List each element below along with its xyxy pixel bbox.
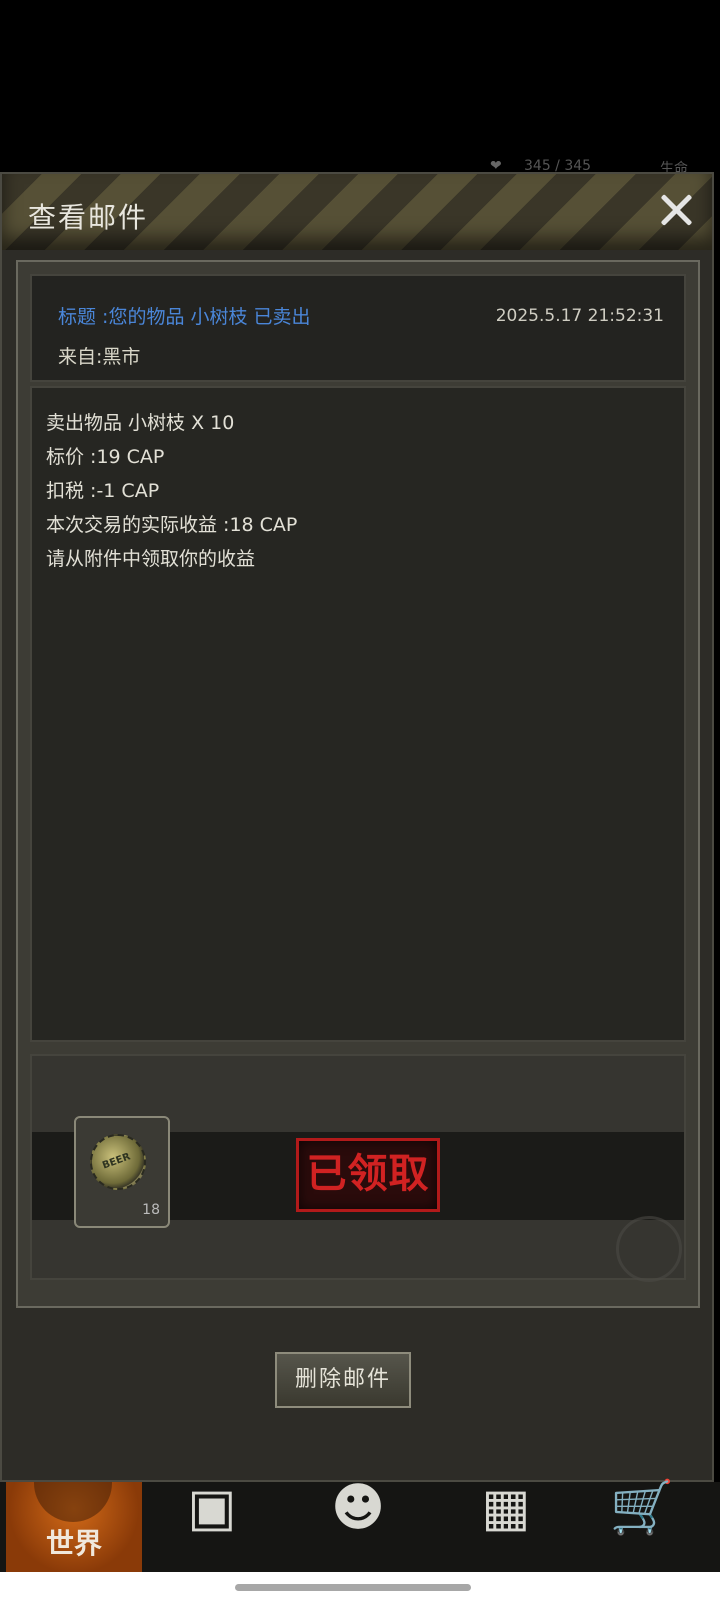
delete-mail-button[interactable]: 删除邮件 [275, 1352, 411, 1408]
mail-sender: 来自:黑市 [58, 346, 141, 368]
backpack-icon[interactable]: ▣ [176, 1482, 248, 1536]
body-line: 请从附件中领取你的收益 [46, 548, 256, 570]
body-line: 卖出物品 小树枝 X 10 [46, 412, 235, 434]
nav-world-label: 世界 [45, 1527, 102, 1560]
mail-frame: 标题 :您的物品 小树枝 已卖出 2025.5.17 21:52:31 来自:黑… [16, 260, 700, 1308]
body-line: 标价 :19 CAP [46, 446, 165, 468]
bottle-cap-icon: BEER [90, 1134, 146, 1190]
bottom-nav: 世界 ▣ ☻ ▦ 🛒 [0, 1482, 720, 1572]
mail-header: 标题 :您的物品 小树枝 已卖出 2025.5.17 21:52:31 来自:黑… [30, 274, 686, 382]
home-indicator[interactable] [235, 1584, 471, 1591]
head-icon[interactable]: ☻ [322, 1482, 394, 1536]
radiation-watermark-icon [616, 1216, 682, 1282]
nav-world[interactable]: 世界 [6, 1482, 142, 1572]
body-line: 本次交易的实际收益 :18 CAP [46, 514, 298, 536]
attachment-item-slot[interactable]: BEER 18 [74, 1116, 170, 1228]
mail-dialog: 查看邮件 标题 :您的物品 小树枝 已卖出 2025.5.17 21:52:31… [0, 172, 714, 1482]
claimed-stamp: 已领取 [296, 1138, 440, 1212]
mail-subject: 标题 :您的物品 小树枝 已卖出 [58, 306, 311, 328]
dialog-header: 查看邮件 [2, 174, 712, 250]
mail-body[interactable]: 卖出物品 小树枝 X 10 标价 :19 CAP 扣税 :-1 CAP 本次交易… [30, 386, 686, 1042]
cart-icon[interactable]: 🛒 [606, 1482, 678, 1536]
globe-icon [34, 1482, 112, 1522]
body-line: 扣税 :-1 CAP [46, 480, 160, 502]
mail-date: 2025.5.17 21:52:31 [495, 306, 664, 326]
dialog-title: 查看邮件 [28, 201, 149, 234]
phone-icon[interactable]: ▦ [470, 1482, 542, 1536]
item-count: 18 [142, 1202, 160, 1218]
attachment-area: BEER 18 已领取 [30, 1054, 686, 1282]
close-icon[interactable] [654, 188, 698, 232]
